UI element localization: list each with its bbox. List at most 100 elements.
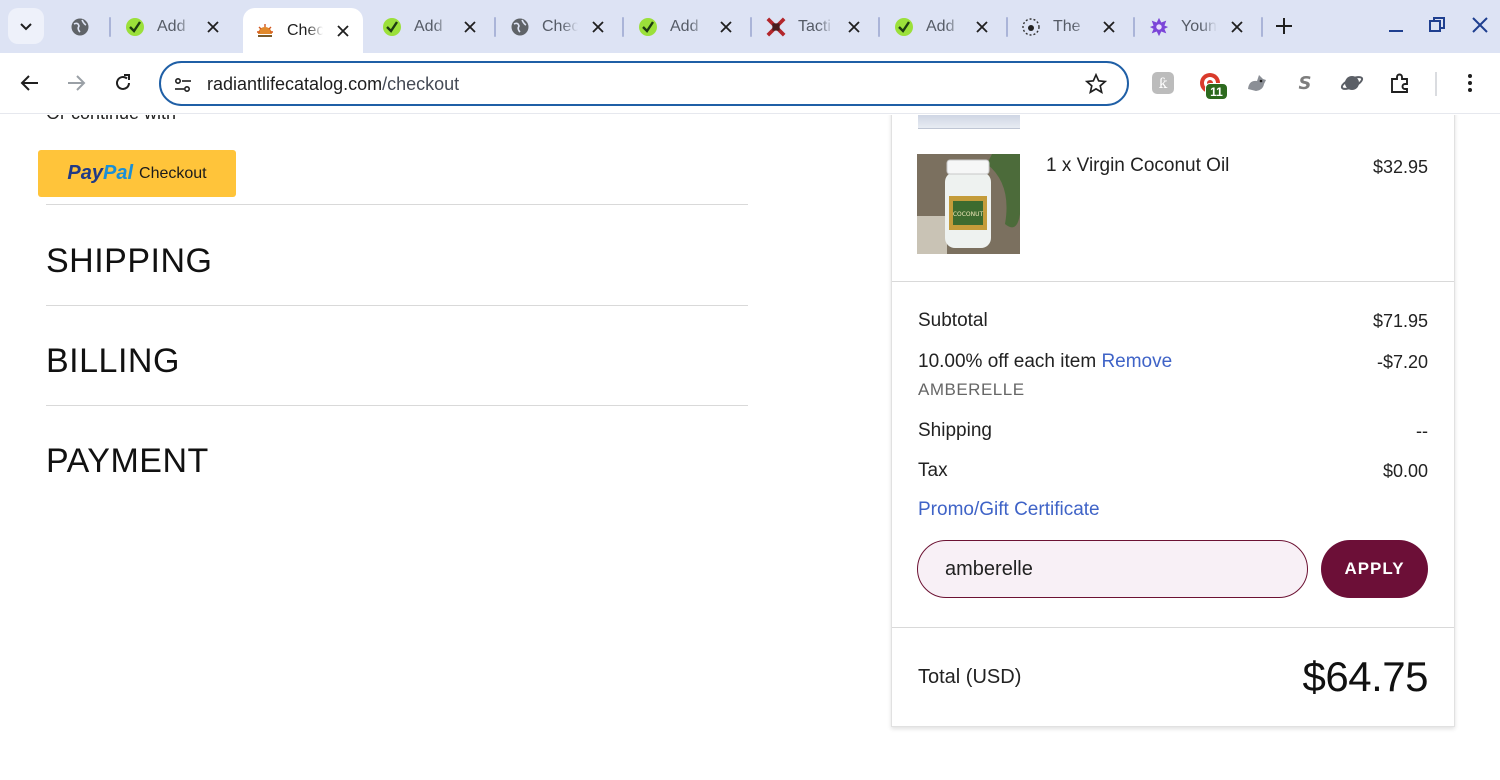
section-divider: [46, 204, 748, 205]
browser-tab-4[interactable]: Add: [382, 6, 478, 47]
restore-icon: [1429, 17, 1445, 32]
discount-value: -$7.20: [1376, 352, 1428, 372]
tab-separator: [1261, 17, 1263, 37]
close-window-button[interactable]: [1467, 12, 1493, 38]
red-x-icon: [766, 17, 786, 37]
bookmark-star-icon[interactable]: [1085, 73, 1107, 95]
close-icon[interactable]: [846, 19, 862, 35]
tab-separator: [622, 17, 624, 37]
svg-text:COCONUT: COCONUT: [953, 211, 984, 218]
extension-dog-icon[interactable]: [1244, 70, 1270, 96]
close-icon[interactable]: [205, 19, 221, 35]
green-check-icon: [638, 17, 658, 37]
browser-tab-2[interactable]: Add: [125, 6, 221, 47]
reload-icon: [116, 74, 130, 90]
billing-section-header[interactable]: BILLING: [46, 342, 180, 381]
paypal-pay: Pay: [67, 162, 103, 184]
reload-button[interactable]: [108, 68, 138, 98]
browser-tab-9[interactable]: The: [1021, 6, 1117, 47]
tab-separator: [1133, 17, 1135, 37]
tax-label: Tax: [918, 460, 948, 481]
paypal-pal: Pal: [102, 162, 134, 184]
tab-separator: [878, 17, 880, 37]
summary-divider: [892, 281, 1454, 282]
promo-gift-certificate-link[interactable]: Promo/Gift Certificate: [918, 499, 1100, 521]
subtotal-label: Subtotal: [918, 310, 988, 331]
coupon-code: AMBERELLE: [918, 380, 1025, 399]
product-price: $32.95: [1372, 157, 1428, 177]
payment-section-header[interactable]: PAYMENT: [46, 442, 209, 481]
subtotal-value: $71.95: [1372, 311, 1428, 331]
browser-toolbar: radiantlifecatalog.com/checkout ƙ S: [0, 53, 1500, 114]
total-value: $64.75: [1302, 653, 1429, 700]
checkout-page: Or continue with PayPal Checkout SHIPPIN…: [0, 115, 1500, 780]
discount-label: 10.00% off each item: [918, 351, 1097, 372]
new-tab-button[interactable]: [1272, 14, 1296, 38]
shipping-label: Shipping: [918, 420, 992, 441]
extension-planet-icon[interactable]: [1339, 70, 1365, 96]
minimize-icon: [1389, 30, 1403, 32]
tab-search-button[interactable]: [8, 8, 44, 44]
browser-tab-1[interactable]: [70, 6, 90, 47]
close-icon[interactable]: [718, 19, 734, 35]
close-icon[interactable]: [1229, 19, 1245, 35]
forward-button[interactable]: [61, 68, 91, 98]
globe-icon: [510, 17, 530, 37]
tab-title: Add: [414, 17, 443, 35]
browser-tab-active[interactable]: Chec: [243, 8, 363, 53]
paypal-checkout-label: Checkout: [139, 164, 207, 182]
remove-discount-link[interactable]: Remove: [1101, 351, 1172, 372]
more-menu-icon[interactable]: [1457, 70, 1483, 96]
product-name: 1 x Virgin Coconut Oil: [1046, 155, 1230, 176]
plus-icon: [1276, 18, 1292, 34]
green-check-icon: [125, 17, 145, 37]
tab-separator: [109, 17, 111, 37]
browser-tab-6[interactable]: Add: [638, 6, 734, 47]
tab-separator: [750, 17, 752, 37]
extension-s-icon[interactable]: S: [1292, 70, 1318, 96]
total-label: Total (USD): [918, 666, 1022, 688]
paypal-checkout-button[interactable]: PayPal Checkout: [38, 150, 236, 197]
site-settings-icon[interactable]: [173, 75, 193, 95]
extension-badge: 11: [1205, 83, 1228, 100]
purple-flower-icon: [1149, 17, 1169, 37]
promo-code-input[interactable]: [917, 540, 1308, 598]
back-button[interactable]: [15, 68, 45, 98]
paypal-logo: PayPal: [67, 162, 133, 185]
minimize-button[interactable]: [1383, 12, 1409, 38]
restore-button[interactable]: [1424, 12, 1450, 38]
toolbar-separator: [1435, 72, 1437, 96]
close-icon[interactable]: [974, 19, 990, 35]
tab-title: The: [1053, 17, 1081, 35]
apply-promo-button[interactable]: APPLY: [1321, 540, 1428, 598]
browser-tab-10[interactable]: Youn: [1149, 6, 1245, 47]
browser-tab-8[interactable]: Add: [894, 6, 990, 47]
arrow-left-icon: [20, 75, 38, 91]
tab-title: Add: [926, 17, 955, 35]
browser-tab-7[interactable]: Tacti: [766, 6, 862, 47]
close-icon[interactable]: [590, 19, 606, 35]
tab-title: Chec: [287, 21, 323, 39]
arrow-right-icon: [68, 75, 86, 91]
close-icon[interactable]: [335, 23, 351, 39]
tab-title: Chec: [542, 17, 578, 35]
close-icon[interactable]: [462, 19, 478, 35]
tax-value: $0.00: [1382, 461, 1428, 481]
url-domain: radiantlifecatalog.com: [207, 74, 383, 94]
close-icon[interactable]: [1101, 19, 1117, 35]
tab-separator: [1006, 17, 1008, 37]
shipping-section-header[interactable]: SHIPPING: [46, 242, 212, 281]
green-check-icon: [894, 17, 914, 37]
address-bar[interactable]: radiantlifecatalog.com/checkout: [159, 61, 1129, 106]
tab-title: Add: [157, 17, 186, 35]
section-divider: [46, 305, 748, 306]
tab-title: Youn: [1181, 17, 1217, 35]
extension-h-icon[interactable]: ƙ: [1150, 70, 1176, 96]
browser-tab-5[interactable]: Chec: [510, 6, 606, 47]
discount-row: 10.00% off each item Remove: [918, 351, 1172, 373]
extensions-puzzle-icon[interactable]: [1387, 70, 1413, 96]
previous-item-thumbnail: [918, 115, 1020, 129]
close-icon: [1472, 17, 1488, 33]
green-check-icon: [382, 17, 402, 37]
section-divider: [46, 405, 748, 406]
